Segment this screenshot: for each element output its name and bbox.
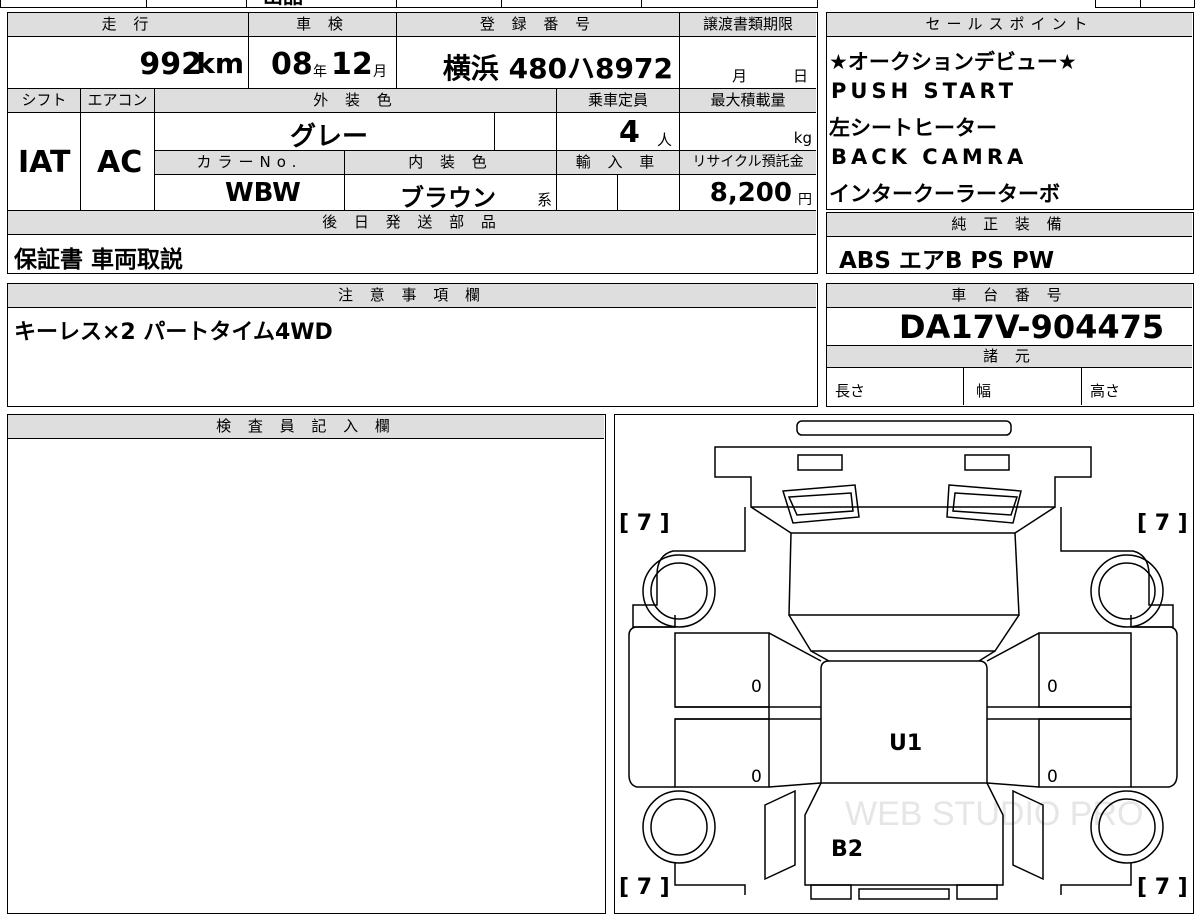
import-car-cell-a [557,175,618,211]
top-strip: 出品 [0,0,818,8]
inspection-month: 12 [331,47,373,82]
recycle-fee-value: 8,200 [709,178,792,208]
exterior-color-value: グレー [290,122,369,151]
inspection-header: 車 検 [249,13,397,37]
import-car-header: 輸 入 車 [557,151,680,175]
spec-width: 幅 [964,368,1082,405]
exterior-color-cell: グレー [155,113,495,151]
aircon-value: AC [97,145,143,180]
capacity-header: 乗車定員 [557,89,680,113]
interior-color-suffix: 系 [536,191,552,209]
spec-length: 長さ [827,368,964,405]
shift-header: シフト [8,89,81,113]
inspector-box: 検 査 員 記 入 欄 [7,414,606,914]
vehicle-info-table: 走 行 車 検 登 録 番 号 譲渡書類期限 992 km 08 年 12 月 … [7,12,818,274]
registration-header: 登 録 番 号 [397,13,680,37]
interior-color-cell: ブラウン 系 [345,175,557,211]
tire-rear-right-label: [ 7 ] [1137,875,1188,900]
later-shipping-header: 後 日 発 送 部 品 [8,211,816,235]
exterior-color-header: 外 装 色 [155,89,557,113]
mileage-cell: 992 km [8,37,249,89]
inspection-month-unit: 月 [373,64,387,80]
later-shipping-value: 保証書 車両取説 [14,247,184,272]
sales-points-header: セールスポイント [827,13,1192,37]
spec-height-label: 高さ [1090,382,1121,400]
sales-point-1: ★オークションデビュー★ [829,50,1077,74]
import-car-cell-b [618,175,680,211]
inspector-header: 検 査 員 記 入 欄 [8,415,604,439]
door-mark-front-right: 0 [1047,677,1058,697]
transfer-month-unit: 月 [732,67,748,85]
top-strip-right [1095,0,1195,8]
capacity-value: 4 [619,115,640,150]
sales-point-2: PUSH START [831,79,1018,103]
door-mark-rear-right: 0 [1047,767,1058,787]
inspection-cell: 08 年 12 月 [249,37,397,89]
notes-value: キーレス×2 パートタイム4WD [14,320,333,345]
later-shipping-cell: 保証書 車両取説 [8,235,816,272]
shift-cell: IAT [8,113,81,211]
max-load-header: 最大積載量 [680,89,816,113]
transfer-day-unit: 日 [793,67,809,85]
recycle-fee-header: リサイクル預託金 [680,151,816,175]
capacity-cell: 4 人 [557,113,680,151]
chassis-box: 車 台 番 号 DA17V-904475 諸 元 長さ 幅 高さ [826,283,1194,407]
color-no-cell: WBW [155,175,345,211]
chassis-cell: DA17V-904475 [827,308,1192,346]
chassis-value: DA17V-904475 [899,308,1165,346]
sales-point-5: インタークーラーターボ [829,182,1060,206]
mileage-header: 走 行 [8,13,249,37]
car-body-diagram: WEB STUDIO PRO [628,420,1178,900]
top-strip-title: 出品 [263,0,303,9]
door-mark-rear-left: 0 [751,767,762,787]
inspection-year-unit: 年 [313,64,327,80]
recycle-fee-unit: 円 [798,192,812,208]
capacity-unit: 人 [657,131,673,149]
mileage-value: 992 [139,47,202,82]
interior-color-value: ブラウン [400,184,496,211]
roof-damage-mark: U1 [889,731,923,756]
registration-cell: 横浜 480ハ8972 [397,37,680,89]
sales-point-3: 左シートヒーター [829,116,997,140]
spec-height: 高さ [1082,368,1192,405]
genuine-equipment-box: 純 正 装 備 ABS エアB PS PW [826,212,1194,274]
color-no-header: カラーNo. [155,151,345,175]
door-mark-front-left: 0 [751,677,762,697]
transfer-deadline-cell: 月 日 [680,37,816,89]
sales-point-4: BACK CAMRA [831,145,1028,169]
shift-value: IAT [18,145,71,180]
inspection-year: 08 [271,47,313,82]
genuine-equipment-value: ABS エアB PS PW [839,248,1055,274]
tire-front-right-label: [ 7 ] [1137,511,1188,536]
max-load-unit: kg [793,129,812,147]
sales-points-box: セールスポイント ★オークションデビュー★ PUSH START 左シートヒータ… [826,12,1194,210]
mileage-unit: km [196,47,244,80]
specs-header: 諸 元 [827,346,1192,368]
transfer-deadline-header: 譲渡書類期限 [680,13,816,37]
chassis-header: 車 台 番 号 [827,284,1192,308]
interior-color-header: 内 装 色 [345,151,557,175]
exterior-color-extra [495,113,557,151]
registration-value: 横浜 480ハ8972 [442,52,673,85]
spec-length-label: 長さ [835,382,866,400]
notes-header: 注 意 事 項 欄 [8,284,816,308]
tire-front-left-label: [ 7 ] [619,511,670,536]
rear-damage-mark: B2 [831,837,864,862]
max-load-cell: kg [680,113,816,151]
car-diagram-box: WEB STUDIO PRO [7] [7] [7] [7] 0… [614,414,1194,914]
notes-box: 注 意 事 項 欄 キーレス×2 パートタイム4WD [7,283,818,407]
aircon-header: エアコン [81,89,155,113]
tire-rear-left-label: [ 7 ] [619,875,670,900]
aircon-cell: AC [81,113,155,211]
color-no-value: WBW [225,178,301,208]
genuine-equipment-header: 純 正 装 備 [827,213,1192,237]
spec-width-label: 幅 [976,382,992,400]
recycle-fee-cell: 8,200 円 [680,175,816,211]
